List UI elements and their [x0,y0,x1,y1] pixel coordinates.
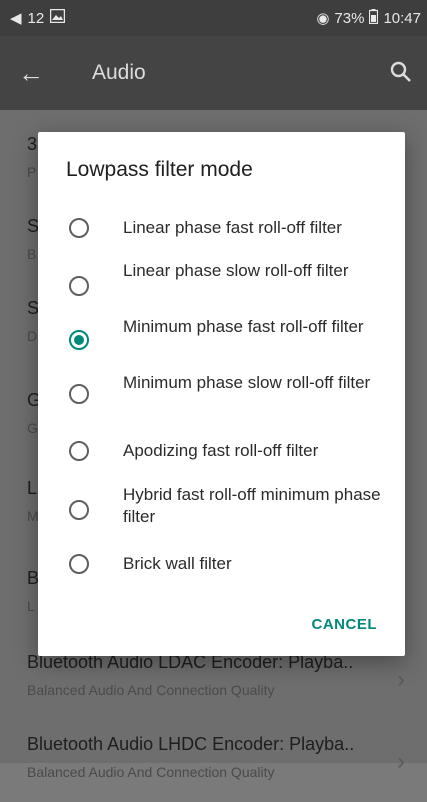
list-item-subtitle: L [27,598,35,614]
lowpass-filter-dialog: Lowpass filter mode Linear phase fast ro… [38,132,405,656]
chevron-right-icon: › [397,666,405,693]
list-item-title: 3 [27,134,38,154]
radio-button[interactable] [69,441,89,461]
cancel-button[interactable]: CANCEL [312,616,378,633]
battery-icon [369,8,379,28]
back-arrow-icon[interactable]: ← [18,58,44,88]
option-minimum-slow[interactable]: Minimum phase slow roll-off filter [38,372,405,428]
battery-percent: 73% [334,9,365,27]
status-left: ◀ 12 [10,0,66,36]
image-icon [49,8,66,27]
option-linear-fast[interactable]: Linear phase fast roll-off filter [38,208,405,264]
list-item-subtitle: Balanced Audio And Connection Quality [27,682,275,698]
option-linear-slow[interactable]: Linear phase slow roll-off filter [38,260,405,316]
option-apodizing[interactable]: Apodizing fast roll-off filter [38,432,405,488]
option-label: Linear phase slow roll-off filter [123,261,349,280]
option-label: Hybrid fast roll-off minimum phase filte… [123,485,381,526]
list-item-subtitle: B [27,246,37,262]
list-item-title: Bluetooth Audio LHDC Encoder: Playba.. [27,734,355,754]
list-item-subtitle: G [27,420,38,436]
option-minimum-fast[interactable]: Minimum phase fast roll-off filter [38,316,405,372]
option-label: Apodizing fast roll-off filter [123,441,319,460]
app-bar: ← Audio [0,36,427,110]
radio-button[interactable] [69,276,89,296]
clock: 10:47 [383,9,421,27]
page-title: Audio [92,61,146,84]
radio-button[interactable] [69,384,89,404]
list-item[interactable]: Bluetooth Audio LHDC Encoder: Playba.. B… [0,720,427,802]
notification-count: 12 [27,9,45,27]
radio-button[interactable] [69,218,89,238]
list-item-subtitle: P [27,164,37,180]
option-hybrid[interactable]: Hybrid fast roll-off minimum phase filte… [38,484,405,540]
dialog-title: Lowpass filter mode [66,158,253,181]
option-label: Minimum phase fast roll-off filter [123,317,364,336]
list-item-subtitle: M [27,508,39,524]
list-item-title: L [27,478,38,498]
radio-button[interactable] [69,500,89,520]
status-right: ◉ 73% 10:47 [316,0,421,36]
search-icon[interactable] [389,60,413,84]
volume-icon: ◀ [10,10,22,27]
list-item-subtitle: Balanced Audio And Connection Quality [27,764,275,780]
option-label: Minimum phase slow roll-off filter [123,373,371,392]
status-bar: ◀ 12 ◉ 73% 10:47 [0,0,427,36]
option-label: Linear phase fast roll-off filter [123,218,342,237]
radio-button[interactable] [69,554,89,574]
option-brick-wall[interactable]: Brick wall filter [38,548,405,604]
chevron-right-icon: › [397,748,405,775]
option-label: Brick wall filter [123,554,232,573]
location-icon: ◉ [316,10,330,27]
radio-button-selected[interactable] [69,330,89,350]
list-item-subtitle: D [27,328,38,344]
